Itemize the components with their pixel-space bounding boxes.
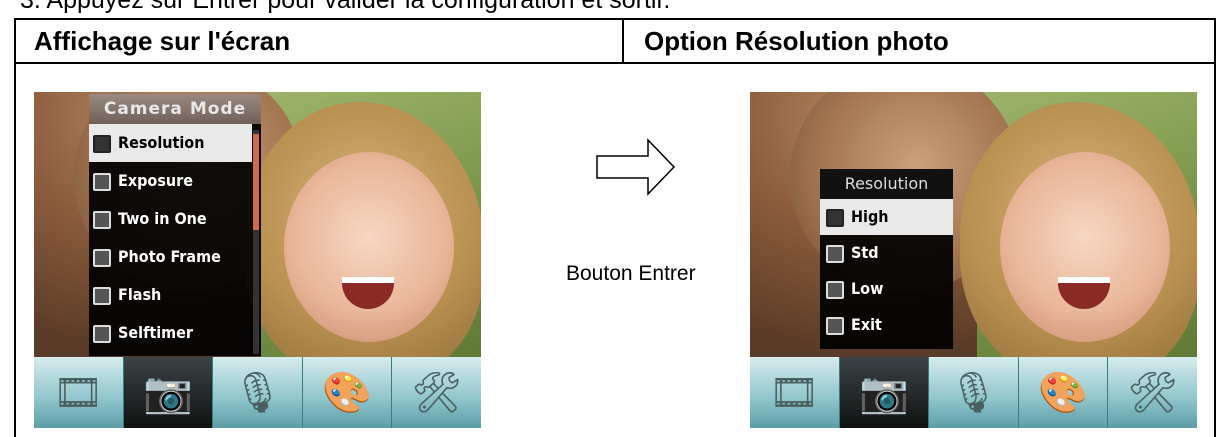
microphone-icon[interactable]: 🎙 <box>929 357 1019 428</box>
exposure-icon <box>93 172 111 191</box>
camera-screen-resolution: Resolution High Std Low Exit 🎞 📷 🎙 🎨 🛠 <box>750 92 1197 428</box>
palette-icon[interactable]: 🎨 <box>303 357 393 428</box>
instruction-line: 3. Appuyez sur Entrer pour valider la co… <box>20 0 671 14</box>
microphone-icon[interactable]: 🎙 <box>213 357 303 428</box>
resolution-menu: Resolution High Std Low Exit <box>820 169 953 349</box>
camera-icon[interactable]: 📷 <box>839 357 930 428</box>
arrow-label: Bouton Entrer <box>566 262 696 285</box>
menu-item-label: Flash <box>118 285 162 304</box>
menu-item-high[interactable]: High <box>820 199 953 235</box>
menu-title: Camera Mode <box>89 94 261 124</box>
menu-item-label: Low <box>851 279 884 298</box>
two-in-one-icon <box>93 210 111 229</box>
menu-item-label: Resolution <box>118 133 205 152</box>
instruction-table: Affichage sur l'écran Option Résolution … <box>14 18 1216 437</box>
menu-item-two-in-one[interactable]: Two in One <box>89 200 252 238</box>
menu-item-label: Exposure <box>118 171 193 190</box>
std-icon <box>826 244 844 263</box>
palette-icon[interactable]: 🎨 <box>1019 357 1109 428</box>
high-icon <box>826 208 844 227</box>
low-icon <box>826 280 844 299</box>
resolution-icon <box>93 134 111 153</box>
menu-item-exposure[interactable]: Exposure <box>89 162 252 200</box>
menu-item-flash[interactable]: Flash <box>89 276 252 314</box>
menu-item-photo-frame[interactable]: Photo Frame <box>89 238 252 276</box>
header-divider <box>16 62 1214 64</box>
movie-reel-icon[interactable]: 🎞 <box>34 357 124 428</box>
exit-icon <box>826 316 844 335</box>
background-photo <box>750 92 1197 382</box>
camera-icon[interactable]: 📷 <box>123 357 214 428</box>
movie-reel-icon[interactable]: 🎞 <box>750 357 840 428</box>
scrollbar-thumb[interactable] <box>253 134 259 230</box>
mode-toolbar: 🎞 📷 🎙 🎨 🛠 <box>34 357 481 428</box>
menu-item-label: Selftimer <box>118 323 193 342</box>
menu-title: Resolution <box>820 169 953 199</box>
flash-icon <box>93 286 111 305</box>
arrow-right-icon <box>596 138 676 196</box>
mode-toolbar: 🎞 📷 🎙 🎨 🛠 <box>750 357 1197 428</box>
photo-frame-icon <box>93 248 111 267</box>
menu-item-label: Std <box>851 243 879 262</box>
selftimer-icon <box>93 324 111 343</box>
header-left: Affichage sur l'écran <box>16 20 624 62</box>
camera-mode-menu: Camera Mode Resolution Exposure Two in O… <box>89 94 261 356</box>
tools-icon[interactable]: 🛠 <box>392 357 481 428</box>
menu-item-label: Exit <box>851 315 882 334</box>
camera-screen-camera-mode: Camera Mode Resolution Exposure Two in O… <box>34 92 481 428</box>
tools-icon[interactable]: 🛠 <box>1108 357 1197 428</box>
menu-item-selftimer[interactable]: Selftimer <box>89 314 252 352</box>
menu-item-label: Two in One <box>118 209 207 228</box>
menu-item-low[interactable]: Low <box>820 271 953 307</box>
header-right: Option Résolution photo <box>644 26 949 56</box>
menu-item-exit[interactable]: Exit <box>820 307 953 343</box>
menu-item-label: Photo Frame <box>118 247 221 266</box>
menu-item-std[interactable]: Std <box>820 235 953 271</box>
menu-item-resolution[interactable]: Resolution <box>89 124 252 162</box>
menu-scrollbar[interactable] <box>253 130 259 354</box>
menu-item-label: High <box>851 207 889 226</box>
